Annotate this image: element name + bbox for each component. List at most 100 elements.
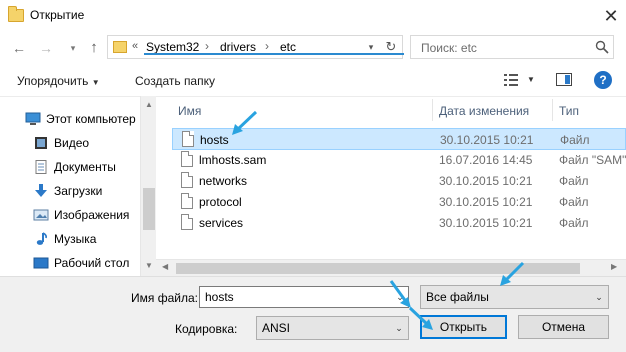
file-name: networks bbox=[199, 174, 248, 188]
file-date: 30.10.2015 10:21 bbox=[439, 174, 533, 188]
navigation-pane: Этот компьютер Видео Документы Загрузки … bbox=[0, 96, 156, 276]
breadcrumb-etc[interactable]: etc bbox=[280, 40, 296, 54]
column-header-name[interactable]: Имя bbox=[178, 104, 201, 118]
organize-button[interactable]: Упорядочить ▼ bbox=[17, 74, 100, 88]
column-header-date[interactable]: Дата изменения bbox=[439, 104, 529, 118]
sidebar-item-video[interactable]: Видео bbox=[0, 131, 140, 155]
sidebar-item-label: Рабочий стол bbox=[54, 256, 130, 270]
scrollbar-thumb[interactable] bbox=[143, 188, 155, 230]
file-name: protocol bbox=[199, 195, 242, 209]
file-date: 30.10.2015 10:21 bbox=[440, 133, 534, 147]
file-type: Файл bbox=[559, 195, 589, 209]
file-row-networks[interactable]: networks 30.10.2015 10:21 Файл bbox=[172, 170, 626, 192]
filename-field[interactable]: hosts ⌄ bbox=[199, 286, 409, 308]
sidebar-item-label: Видео bbox=[54, 136, 90, 150]
forward-button[interactable]: → bbox=[36, 38, 56, 58]
breadcrumb-separator[interactable]: › bbox=[205, 39, 209, 53]
cancel-button[interactable]: Отмена bbox=[518, 315, 609, 339]
downloads-icon bbox=[35, 184, 47, 197]
breadcrumb-system32[interactable]: System32 bbox=[146, 40, 199, 54]
chevron-down-icon[interactable]: ⌄ bbox=[591, 287, 607, 307]
sidebar-item-documents[interactable]: Документы bbox=[0, 155, 140, 179]
dialog-footer: Имя файла: hosts ⌄ Все файлы ⌄ Кодировка… bbox=[0, 276, 626, 352]
filename-label: Имя файла: bbox=[131, 291, 198, 305]
filename-value: hosts bbox=[205, 290, 234, 304]
file-row-protocol[interactable]: protocol 30.10.2015 10:21 Файл bbox=[172, 191, 626, 213]
column-divider[interactable] bbox=[552, 99, 553, 121]
desktop-icon bbox=[33, 257, 49, 269]
music-icon bbox=[36, 232, 47, 245]
scrollbar-thumb[interactable] bbox=[176, 263, 580, 274]
pictures-icon bbox=[33, 209, 49, 221]
scroll-left-icon[interactable]: ◀ bbox=[162, 262, 168, 271]
video-icon bbox=[35, 137, 47, 149]
breadcrumb-separator[interactable]: › bbox=[265, 39, 269, 53]
column-divider[interactable] bbox=[432, 99, 433, 121]
sidebar-item-pictures[interactable]: Изображения bbox=[0, 203, 140, 227]
file-date: 30.10.2015 10:21 bbox=[439, 195, 533, 209]
open-button[interactable]: Открыть bbox=[420, 315, 507, 339]
preview-pane-icon[interactable] bbox=[556, 73, 572, 86]
sidebar-item-downloads[interactable]: Загрузки bbox=[0, 179, 140, 203]
file-row-services[interactable]: services 30.10.2015 10:21 Файл bbox=[172, 212, 626, 234]
new-folder-button[interactable]: Создать папку bbox=[135, 74, 215, 88]
breadcrumb-drivers[interactable]: drivers bbox=[220, 40, 256, 54]
recent-locations-button[interactable]: ▾ bbox=[63, 38, 83, 58]
file-name: hosts bbox=[200, 133, 229, 147]
sidebar-item-label: Изображения bbox=[54, 208, 130, 222]
search-input[interactable]: Поиск: etc bbox=[410, 35, 614, 59]
horizontal-scrollbar[interactable]: ◀ ▶ bbox=[156, 259, 626, 276]
back-button[interactable]: ← bbox=[9, 38, 29, 58]
file-icon bbox=[181, 151, 193, 167]
up-folder-button[interactable]: ↑ bbox=[84, 38, 104, 58]
column-header-type[interactable]: Тип bbox=[559, 104, 579, 118]
refresh-button[interactable]: ↻ bbox=[382, 38, 400, 56]
search-icon[interactable] bbox=[595, 40, 609, 54]
scroll-up-icon[interactable]: ▲ bbox=[144, 100, 154, 109]
file-icon bbox=[181, 214, 193, 230]
chevron-down-icon: ▼ bbox=[91, 78, 100, 87]
file-date: 16.07.2016 14:45 bbox=[439, 153, 533, 167]
window-title: Открытие bbox=[30, 8, 85, 22]
folder-icon bbox=[8, 6, 24, 22]
file-type: Файл bbox=[560, 133, 590, 147]
title-bar: Открытие ✕ bbox=[0, 0, 626, 32]
help-icon[interactable]: ? bbox=[594, 71, 612, 89]
chevron-down-icon[interactable]: ⌄ bbox=[392, 287, 408, 307]
file-type-filter-value: Все файлы bbox=[426, 290, 489, 304]
address-bar[interactable]: « System32 › drivers › etc ▾ ↻ bbox=[107, 35, 404, 59]
sidebar-item-label: Документы bbox=[54, 160, 116, 174]
scroll-down-icon[interactable]: ▼ bbox=[144, 261, 154, 270]
overflow-chevron-icon[interactable]: « bbox=[132, 40, 138, 52]
file-row-hosts[interactable]: hosts 30.10.2015 10:21 Файл bbox=[172, 128, 626, 150]
file-type: Файл bbox=[559, 174, 589, 188]
encoding-label: Кодировка: bbox=[175, 322, 238, 336]
scroll-right-icon[interactable]: ▶ bbox=[611, 262, 617, 271]
sidebar-item-label: Музыка bbox=[54, 232, 97, 246]
documents-icon bbox=[35, 160, 47, 174]
file-icon bbox=[182, 131, 194, 147]
file-date: 30.10.2015 10:21 bbox=[439, 216, 533, 230]
address-dropdown-button[interactable]: ▾ bbox=[364, 39, 378, 55]
file-row-lmhosts[interactable]: lmhosts.sam 16.07.2016 14:45 Файл "SAM" bbox=[172, 149, 626, 171]
chevron-down-icon[interactable]: ▼ bbox=[527, 75, 535, 84]
file-type-filter[interactable]: Все файлы ⌄ bbox=[420, 285, 609, 309]
file-name: lmhosts.sam bbox=[199, 153, 267, 167]
sidebar-item-music[interactable]: Музыка bbox=[0, 227, 140, 251]
search-placeholder: Поиск: etc bbox=[421, 41, 477, 55]
view-details-icon[interactable] bbox=[503, 73, 519, 87]
sidebar-item-label: Этот компьютер bbox=[46, 112, 136, 126]
file-name: services bbox=[199, 216, 244, 230]
encoding-select[interactable]: ANSI ⌄ bbox=[256, 316, 409, 340]
organize-label: Упорядочить bbox=[17, 74, 89, 88]
chevron-down-icon[interactable]: ⌄ bbox=[391, 318, 407, 338]
command-bar: Упорядочить ▼ Создать папку ▼ ? bbox=[0, 66, 626, 96]
close-button[interactable]: ✕ bbox=[597, 2, 625, 30]
sidebar-item-desktop[interactable]: Рабочий стол bbox=[0, 251, 140, 275]
file-icon bbox=[181, 193, 193, 209]
encoding-value: ANSI bbox=[262, 321, 291, 335]
computer-icon bbox=[25, 112, 41, 125]
sidebar-item-this-pc[interactable]: Этот компьютер bbox=[0, 107, 140, 131]
folder-icon bbox=[113, 41, 127, 53]
sidebar-scrollbar[interactable]: ▲ ▼ bbox=[140, 96, 156, 276]
